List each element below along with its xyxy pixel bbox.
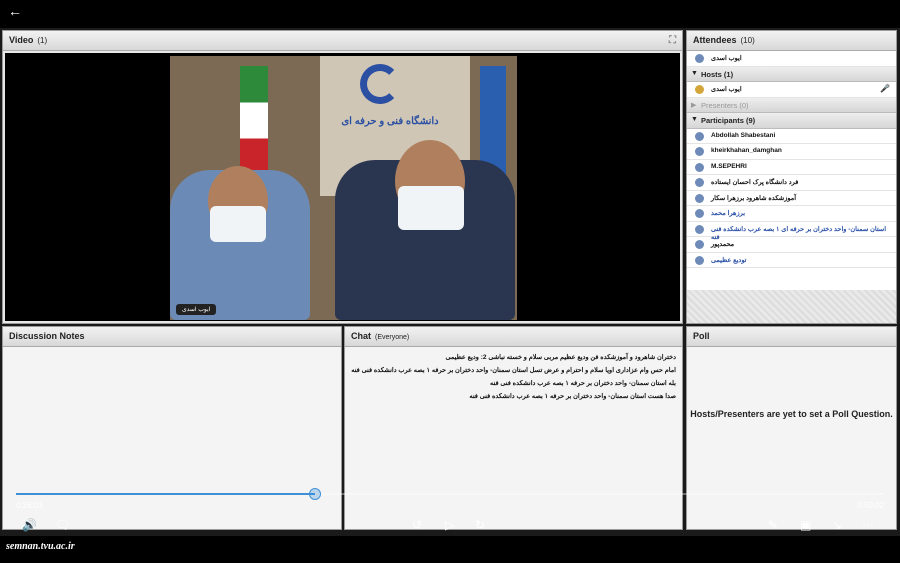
- rewind-10-icon[interactable]: ↺: [412, 518, 422, 532]
- notes-pod-header: Discussion Notes: [3, 327, 341, 347]
- participant-name: محمدپور: [711, 241, 735, 248]
- hosts-label: Hosts (1): [701, 69, 734, 79]
- participant-name: آموزشکده شاهرود برزهرا سکار: [711, 194, 797, 202]
- play-icon[interactable]: ▷: [445, 518, 454, 532]
- attendees-pod-header: Attendees (10): [687, 31, 896, 51]
- chat-scope: (Everyone): [375, 334, 410, 341]
- video-pod: Video (1) ⛶ دانشگاه فنی و حرفه ای ایوب اس…: [2, 30, 683, 324]
- participant-name: kheirkhahan_damghan: [711, 147, 782, 154]
- poll-empty-message: Hosts/Presenters are yet to set a Poll Q…: [690, 409, 893, 419]
- presenters-label: Presenters (0): [701, 100, 749, 110]
- edit-icon[interactable]: ✎: [768, 518, 778, 532]
- meeting-stage: Video (1) ⛶ دانشگاه فنی و حرفه ای ایوب اس…: [0, 28, 900, 536]
- attendees-count: (10): [740, 36, 755, 45]
- chat-pod-header: Chat (Everyone): [345, 327, 682, 347]
- chat-message: بله استان سمنان- واحد دختران بر حرفه ۱ ب…: [490, 380, 676, 387]
- participant-row[interactable]: محمدپور: [687, 237, 896, 253]
- attendees-title: Attendees: [693, 35, 737, 45]
- chat-message: صدا هست استان سمنان- واحد دختران بر حرفه…: [469, 393, 676, 400]
- microphone-icon: 🎤: [880, 84, 890, 93]
- site-watermark: semnan.tvu.ac.ir: [6, 541, 75, 552]
- host-user-icon: [695, 85, 704, 94]
- participant-row[interactable]: آموزشکده شاهرود برزهرا سکار: [687, 191, 896, 206]
- participant-row[interactable]: تودیع عظیمی: [687, 253, 896, 268]
- participant-row[interactable]: برزهرا محمد: [687, 206, 896, 222]
- hosts-group-header[interactable]: ▼ Hosts (1): [687, 66, 896, 82]
- more-options-icon[interactable]: ⋯: [862, 518, 874, 532]
- fullscreen-icon[interactable]: ⛶: [669, 35, 676, 46]
- user-icon: [695, 255, 704, 265]
- video-pod-count: (1): [37, 36, 48, 45]
- collapse-triangle-icon: ▼: [691, 116, 698, 123]
- university-logo-icon: [360, 64, 400, 104]
- current-time: 0:26:03: [16, 501, 43, 510]
- participants-label: Participants (9): [701, 116, 756, 125]
- attendee-name: ایوب اسدی: [711, 55, 742, 62]
- top-bar: ←: [0, 0, 900, 28]
- notes-title: Discussion Notes: [9, 331, 85, 341]
- user-icon: [695, 240, 704, 249]
- face-mask-right: [398, 186, 464, 230]
- video-pod-title: Video: [9, 35, 34, 45]
- participants-group-header[interactable]: ▼ Participants (9): [687, 113, 896, 129]
- attendee-list: ایوب اسدی ▼ Hosts (1) ایوب اسدی 🎤 ▶ Present…: [687, 51, 896, 323]
- total-time: 0:50:02: [857, 501, 884, 510]
- university-logo-text: دانشگاه فنی و حرفه ای: [341, 116, 439, 127]
- user-icon: [695, 162, 704, 172]
- user-icon: [695, 178, 704, 187]
- seek-handle[interactable]: [309, 488, 322, 500]
- participant-row[interactable]: kheirkhahan_damghan: [687, 144, 896, 160]
- seek-bar-progress: [16, 493, 316, 495]
- user-icon: [695, 147, 704, 156]
- user-icon: [695, 193, 704, 203]
- collapse-icon[interactable]: ↘: [832, 518, 842, 532]
- participant-row[interactable]: فرد دانشگاه پرک احسان ایستاده: [687, 175, 896, 191]
- chat-message: دختران شاهرود و آموزشکده فن ودیع عظیم مر…: [445, 354, 676, 361]
- participant-row[interactable]: M.SEPEHRI: [687, 160, 896, 175]
- volume-icon[interactable]: 🔊: [22, 518, 37, 532]
- empty-list-area: [687, 290, 896, 323]
- forward-30-icon[interactable]: ↻: [475, 518, 485, 532]
- poll-pod-header: Poll: [687, 327, 896, 347]
- host-row[interactable]: ایوب اسدی 🎤: [687, 82, 896, 98]
- video-area: دانشگاه فنی و حرفه ای ایوب اسدی: [5, 53, 680, 321]
- user-icon: [695, 224, 704, 234]
- video-pod-header: Video (1) ⛶: [3, 31, 682, 51]
- chat-message: امام حس وام عزاداری اویا سلام و احترام و…: [351, 367, 676, 374]
- flag-image: [240, 66, 268, 176]
- participant-row[interactable]: Abdollah Shabestani: [687, 129, 896, 144]
- host-name: ایوب اسدی: [711, 86, 742, 93]
- participant-name: تودیع عظیمی: [711, 256, 747, 264]
- captions-icon[interactable]: 🗨: [55, 518, 70, 532]
- participant-name: M.SEPEHRI: [711, 162, 747, 170]
- face-mask-left: [210, 206, 266, 242]
- expand-triangle-icon: ▶: [691, 101, 697, 109]
- user-icon: [695, 209, 704, 218]
- webcam-feed: دانشگاه فنی و حرفه ای ایوب اسدی: [170, 56, 517, 320]
- user-icon: [695, 54, 704, 63]
- presenters-group-header[interactable]: ▶ Presenters (0): [687, 97, 896, 113]
- footer-bar: semnan.tvu.ac.ir: [0, 536, 900, 563]
- playback-controls: 0:26:03 0:50:02 🔊 🗨 ↺ ▷ ↻ ✎ ▣ ↘ ⋯: [0, 480, 900, 536]
- user-icon: [695, 131, 704, 141]
- speaker-name-chip: ایوب اسدی: [176, 304, 217, 315]
- participant-name: برزهرا محمد: [711, 210, 746, 217]
- participant-name: Abdollah Shabestani: [711, 131, 776, 139]
- attendees-pod: Attendees (10) ایوب اسدی ▼ Hosts (1) ایوب …: [686, 30, 897, 324]
- picture-in-picture-icon[interactable]: ▣: [800, 518, 811, 532]
- attendee-self[interactable]: ایوب اسدی: [687, 51, 896, 67]
- participant-name: فرد دانشگاه پرک احسان ایستاده: [711, 179, 799, 186]
- chat-title: Chat: [351, 331, 371, 341]
- back-arrow-icon[interactable]: ←: [8, 3, 22, 19]
- poll-title: Poll: [693, 331, 710, 341]
- seek-bar[interactable]: [16, 488, 884, 500]
- participant-row[interactable]: استان سمنان- واحد دختران بر حرفه ای ۱ بص…: [687, 222, 896, 241]
- collapse-triangle-icon: ▼: [691, 69, 698, 77]
